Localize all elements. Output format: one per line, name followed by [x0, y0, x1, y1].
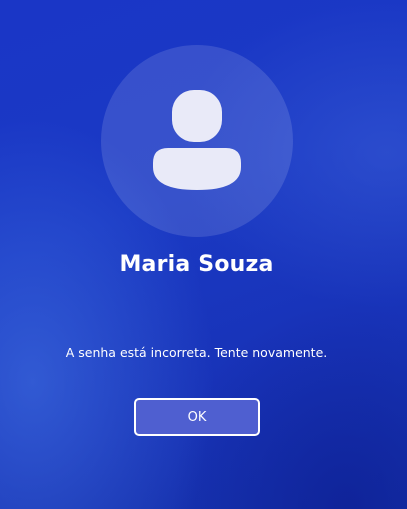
- user-placeholder-icon: [153, 90, 241, 190]
- user-name: Maria Souza: [119, 252, 274, 277]
- lock-screen: Maria Souza A senha está incorreta. Tent…: [0, 0, 407, 509]
- error-message: A senha está incorreta. Tente novamente.: [65, 345, 328, 360]
- ok-button[interactable]: OK: [134, 398, 260, 436]
- avatar: [101, 45, 293, 237]
